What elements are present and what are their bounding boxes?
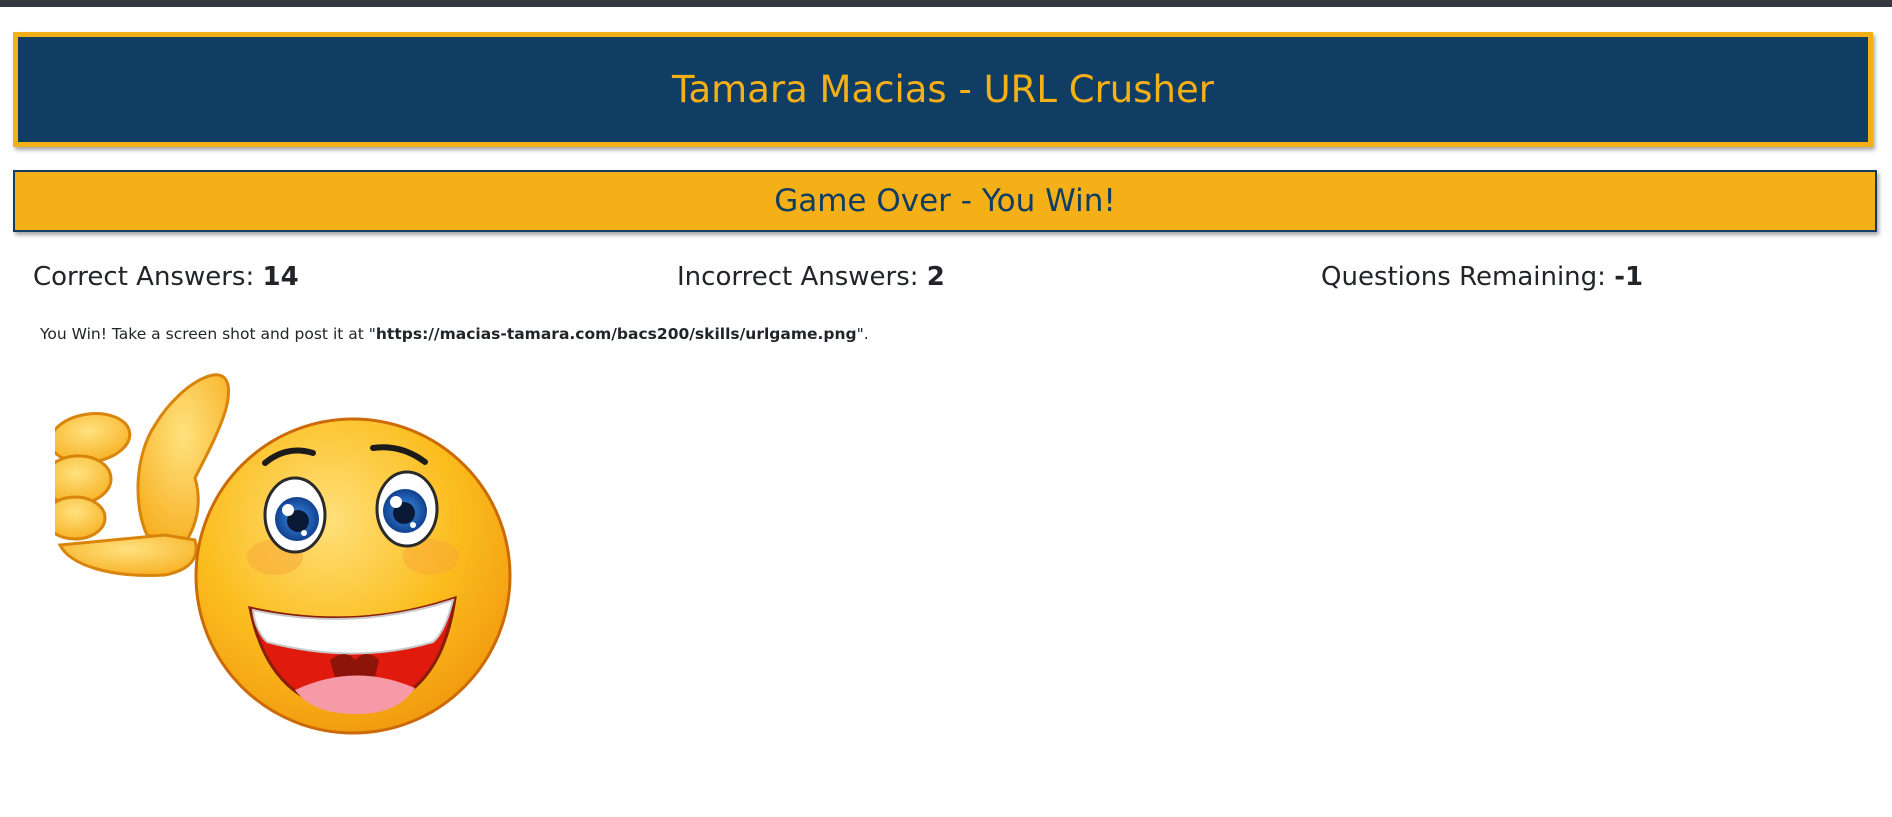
- smiley-face: [194, 417, 512, 735]
- top-bar: [0, 0, 1892, 7]
- correct-answers-label: Correct Answers:: [33, 262, 263, 292]
- app-title: Tamara Macias - URL Crusher: [672, 68, 1214, 111]
- correct-answers-value: 14: [262, 262, 299, 292]
- game-status-text: Game Over - You Win!: [774, 183, 1116, 219]
- incorrect-answers-stat: Incorrect Answers: 2: [677, 262, 945, 292]
- questions-remaining-label: Questions Remaining:: [1321, 262, 1615, 292]
- win-message-prefix: You Win! Take a screen shot and post it …: [40, 325, 376, 343]
- questions-remaining-stat: Questions Remaining: -1: [1321, 262, 1643, 292]
- incorrect-answers-value: 2: [926, 262, 945, 292]
- win-message-url: https://macias-tamara.com/bacs200/skills…: [375, 325, 857, 343]
- correct-answers-stat: Correct Answers: 14: [33, 262, 299, 292]
- incorrect-answers-label: Incorrect Answers:: [677, 262, 927, 292]
- questions-remaining-value: -1: [1614, 262, 1644, 292]
- win-message: You Win! Take a screen shot and post it …: [40, 325, 869, 343]
- app-header: Tamara Macias - URL Crusher: [13, 32, 1873, 147]
- win-message-suffix: ".: [856, 325, 869, 343]
- thumbs-up-smiley-emoji-icon: [55, 373, 512, 735]
- game-status-banner: Game Over - You Win!: [13, 170, 1877, 232]
